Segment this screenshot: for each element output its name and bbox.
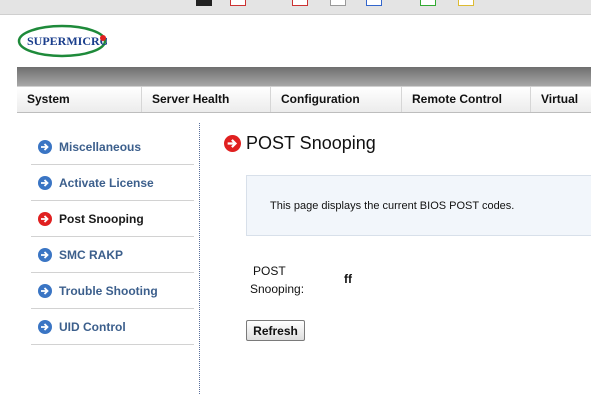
toolbar-swatch: [292, 0, 308, 6]
toolbar-swatch: [420, 0, 436, 6]
sidebar-item-uid-control[interactable]: UID Control: [31, 309, 194, 345]
arrow-right-circle-icon: [38, 247, 52, 262]
sidebar-item-label: Trouble Shooting: [59, 283, 158, 298]
sidebar-item-label: Post Snooping: [59, 211, 144, 226]
refresh-button[interactable]: Refresh: [246, 320, 305, 341]
info-box: This page displays the current BIOS POST…: [246, 175, 591, 236]
sidebar-item-label: Activate License: [59, 175, 154, 190]
toolbar-swatch: [330, 0, 346, 6]
header-grey-bar: [17, 67, 591, 86]
arrow-right-circle-icon: [38, 283, 52, 298]
main-nav: System Server Health Configuration Remot…: [17, 86, 591, 113]
toolbar-swatch: [230, 0, 246, 6]
sidebar-divider: [199, 123, 200, 394]
sidebar-item-activate-license[interactable]: Activate License: [31, 165, 194, 201]
nav-remote-control[interactable]: Remote Control: [402, 87, 531, 112]
arrow-right-circle-icon: [38, 175, 52, 190]
sidebar-item-miscellaneous[interactable]: Miscellaneous: [31, 129, 194, 165]
sidebar-item-post-snooping[interactable]: Post Snooping: [31, 201, 194, 237]
nav-virtual[interactable]: Virtual: [531, 87, 591, 112]
post-label-line2: Snooping:: [250, 282, 305, 296]
browser-top-strip: [0, 0, 591, 15]
header: SUPERMICRO: [0, 15, 591, 67]
arrow-right-circle-icon: [38, 139, 52, 154]
logo-text: SUPERMICRO: [27, 34, 107, 48]
sidebar-item-label: SMC RAKP: [59, 247, 124, 262]
sidebar-item-smc-rakp[interactable]: SMC RAKP: [31, 237, 194, 273]
info-text: This page displays the current BIOS POST…: [270, 200, 515, 212]
toolbar-swatch: [458, 0, 474, 6]
post-label-line1: POST: [253, 264, 286, 278]
sidebar-item-trouble-shooting[interactable]: Trouble Shooting: [31, 273, 194, 309]
sidebar-item-label: UID Control: [59, 319, 126, 334]
supermicro-logo: SUPERMICRO: [17, 24, 107, 58]
toolbar-swatch: [196, 0, 212, 6]
nav-configuration[interactable]: Configuration: [271, 87, 402, 112]
post-snooping-label: POST Snooping:: [250, 262, 310, 298]
page-title: POST Snooping: [224, 133, 376, 154]
sidebar-item-label: Miscellaneous: [59, 139, 142, 154]
page-title-text: POST Snooping: [246, 133, 376, 153]
arrow-right-circle-red-icon: [224, 135, 241, 152]
arrow-right-circle-red-icon: [38, 211, 52, 226]
post-snooping-value: ff: [344, 272, 352, 286]
toolbar-swatch: [366, 0, 382, 6]
nav-server-health[interactable]: Server Health: [142, 87, 271, 112]
nav-system[interactable]: System: [17, 87, 142, 112]
sidebar: Miscellaneous Activate License Post Snoo…: [31, 129, 194, 345]
arrow-right-circle-icon: [38, 319, 52, 334]
